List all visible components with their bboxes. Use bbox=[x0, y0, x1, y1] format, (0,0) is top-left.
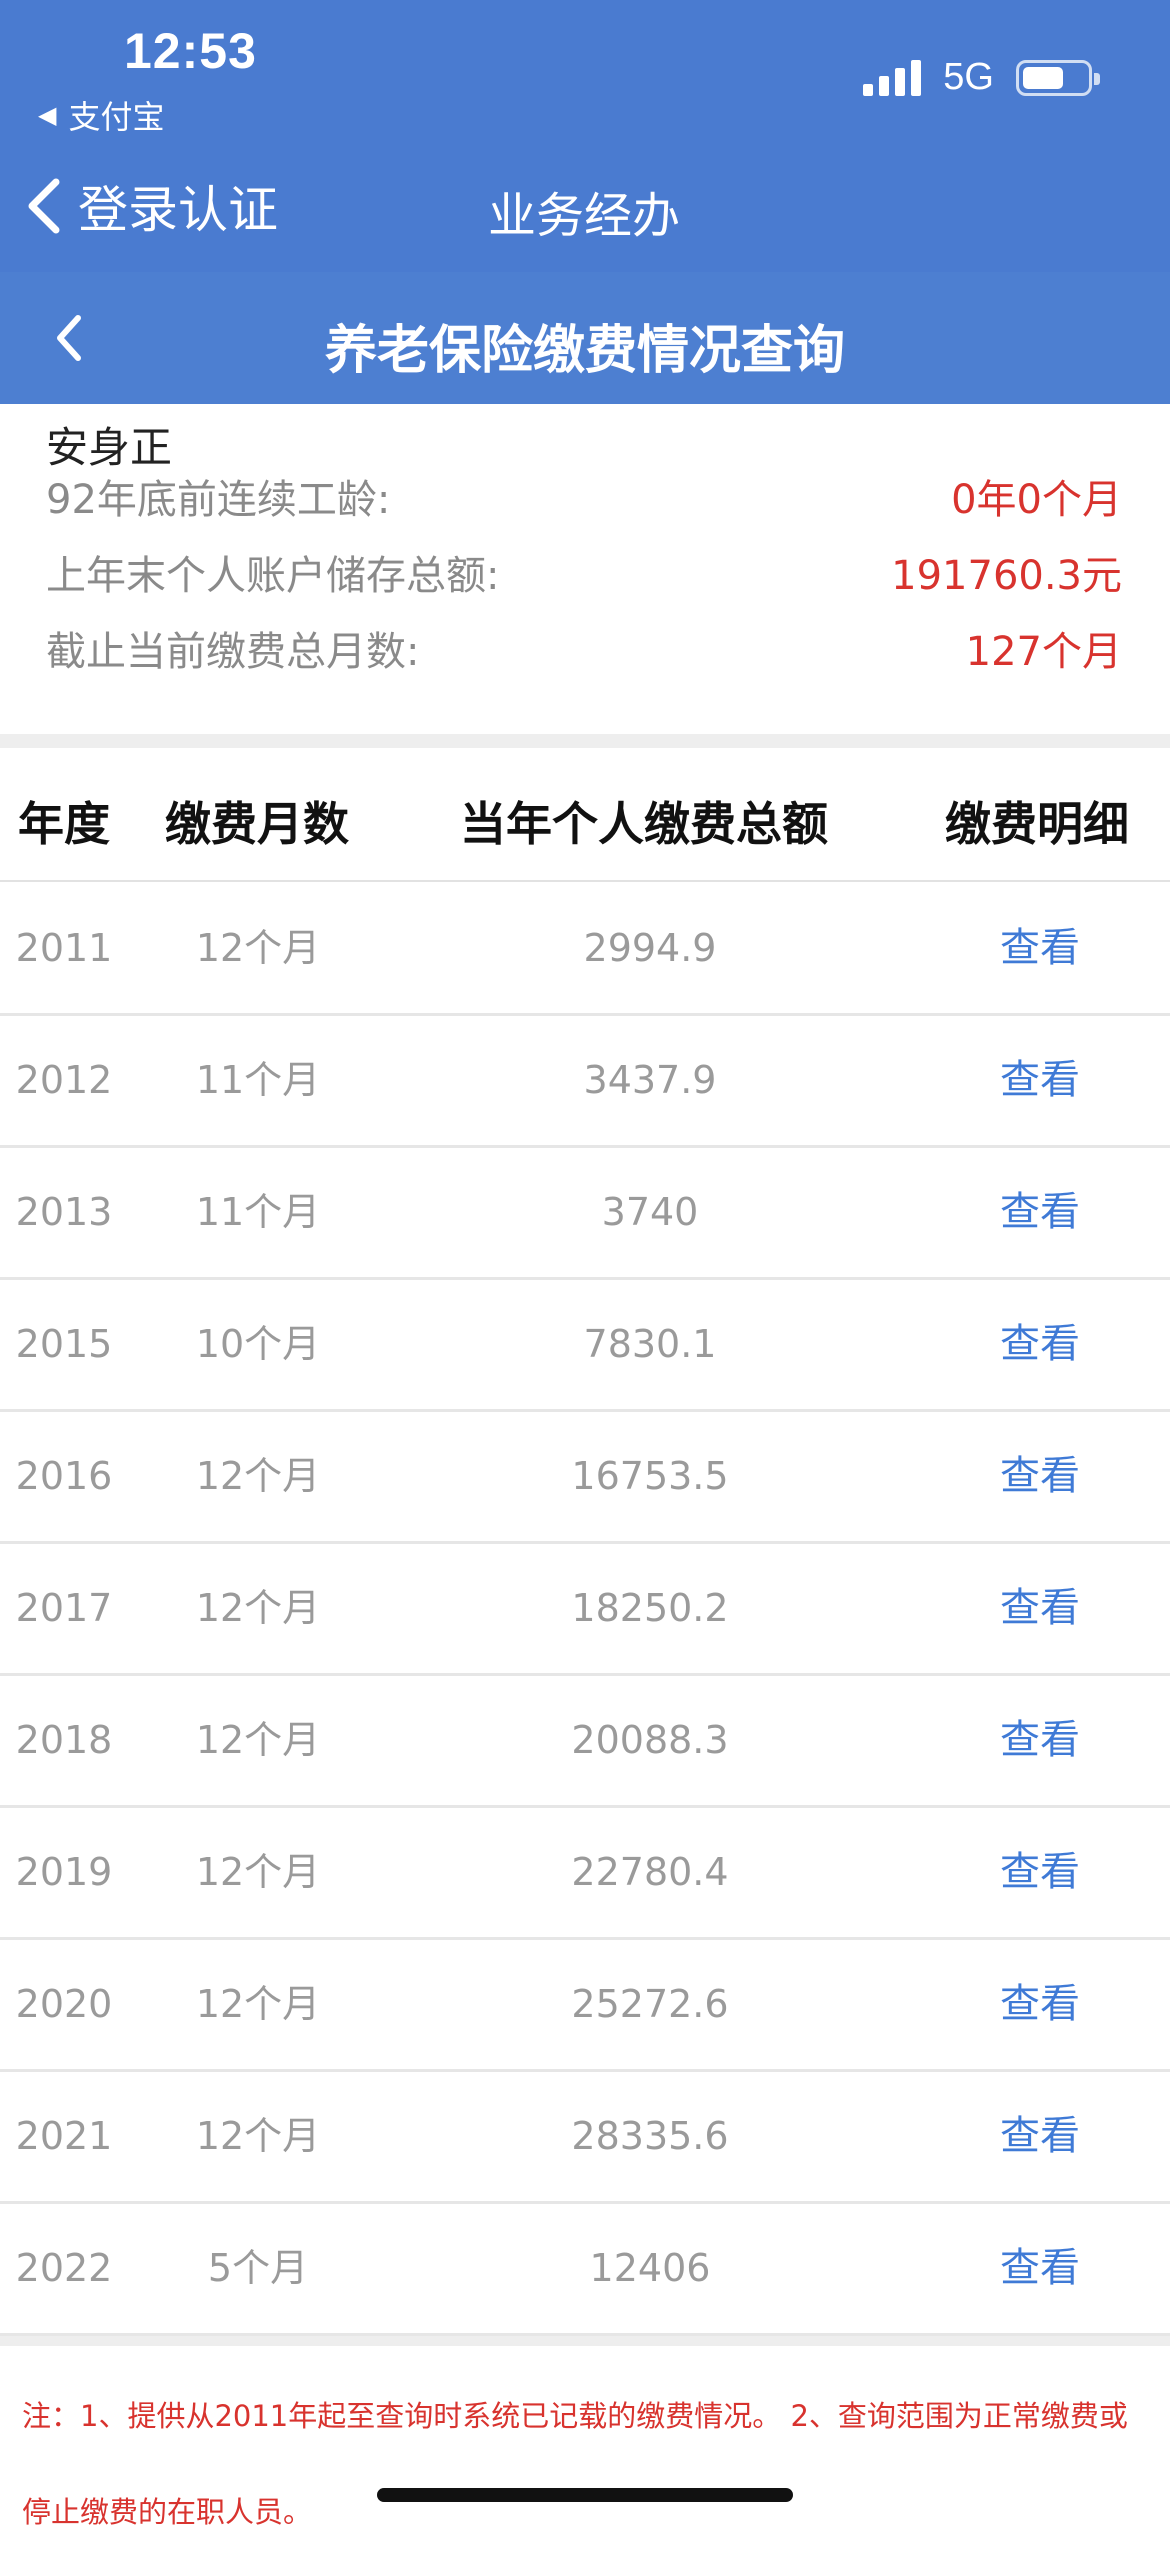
cell-months: 12个月 bbox=[195, 926, 321, 970]
table-row: 2019 12个月 22780.4 查看 bbox=[0, 1808, 1170, 1940]
view-detail-link[interactable]: 查看 bbox=[940, 884, 1140, 1013]
table-row: 2022 5个月 12406 查看 bbox=[0, 2204, 1170, 2336]
nav-back-label: 登录认证 bbox=[78, 181, 278, 239]
cell-year: 2020 bbox=[15, 1982, 113, 2026]
cell-months: 11个月 bbox=[195, 1190, 321, 1234]
cell-months: 10个月 bbox=[195, 1322, 321, 1366]
section-divider bbox=[0, 734, 1170, 748]
cell-total: 28335.6 bbox=[571, 2114, 729, 2158]
table-row: 2018 12个月 20088.3 查看 bbox=[0, 1676, 1170, 1808]
status-indicators: 5G bbox=[863, 56, 1100, 99]
account-summary: 安身正 92年底前连续工龄: 0年0个月 上年末个人账户储存总额: 191760… bbox=[0, 404, 1170, 734]
cell-total: 22780.4 bbox=[571, 1850, 729, 1894]
payment-table-body: 2011 12个月 2994.9 查看 2012 11个月 3437.9 查看 … bbox=[0, 884, 1170, 2336]
nav-back-button[interactable]: 登录认证 bbox=[24, 170, 278, 242]
section-divider bbox=[0, 2336, 1170, 2346]
table-row: 2016 12个月 16753.5 查看 bbox=[0, 1412, 1170, 1544]
nav-title: 业务经办 bbox=[488, 188, 681, 244]
cell-total: 25272.6 bbox=[571, 1982, 729, 2026]
view-detail-link[interactable]: 查看 bbox=[940, 1412, 1140, 1541]
view-detail-link[interactable]: 查看 bbox=[940, 1280, 1140, 1409]
cell-year: 2016 bbox=[15, 1454, 113, 1498]
summary-value: 191760.3元 bbox=[891, 553, 1122, 599]
view-detail-link[interactable]: 查看 bbox=[940, 1940, 1140, 2069]
cell-year: 2015 bbox=[15, 1322, 113, 1366]
app-header: 12:53 ◀ 支付宝 5G 登录认证 业务经办 bbox=[0, 0, 1170, 272]
cell-months: 12个月 bbox=[195, 2114, 321, 2158]
cell-months: 12个月 bbox=[195, 1718, 321, 1762]
header-total: 当年个人缴费总额 bbox=[460, 797, 828, 851]
status-time: 12:53 bbox=[124, 23, 257, 79]
header-months: 缴费月数 bbox=[165, 797, 349, 851]
summary-value: 127个月 bbox=[965, 629, 1122, 675]
summary-row-balance: 上年末个人账户储存总额: 191760.3元 bbox=[46, 542, 1122, 602]
view-detail-link[interactable]: 查看 bbox=[940, 2204, 1140, 2333]
cell-total: 3740 bbox=[601, 1190, 699, 1234]
summary-label: 上年末个人账户储存总额: bbox=[46, 553, 500, 599]
cell-total: 12406 bbox=[589, 2246, 711, 2290]
footnote: 注：1、提供从2011年起至查询时系统已记载的缴费情况。 2、查询范围为正常缴费… bbox=[22, 2399, 1128, 2529]
table-row: 2020 12个月 25272.6 查看 bbox=[0, 1940, 1170, 2072]
view-detail-link[interactable]: 查看 bbox=[940, 2072, 1140, 2201]
header-year: 年度 bbox=[18, 797, 110, 851]
view-detail-link[interactable]: 查看 bbox=[940, 1016, 1140, 1145]
cell-months: 12个月 bbox=[195, 1850, 321, 1894]
view-detail-link[interactable]: 查看 bbox=[940, 1148, 1140, 1277]
view-detail-link[interactable]: 查看 bbox=[940, 1808, 1140, 1937]
summary-label: 92年底前连续工龄: bbox=[46, 477, 391, 523]
cell-total: 3437.9 bbox=[583, 1058, 717, 1102]
cell-year: 2018 bbox=[15, 1718, 113, 1762]
table-row: 2011 12个月 2994.9 查看 bbox=[0, 884, 1170, 1016]
page-title-bar: 养老保险缴费情况查询 bbox=[0, 272, 1170, 404]
cell-year: 2011 bbox=[15, 926, 113, 970]
home-indicator[interactable] bbox=[377, 2488, 793, 2502]
table-row: 2015 10个月 7830.1 查看 bbox=[0, 1280, 1170, 1412]
table-header: 年度 缴费月数 当年个人缴费总额 缴费明细 bbox=[0, 748, 1170, 882]
chevron-left-icon bbox=[28, 178, 60, 234]
cell-months: 5个月 bbox=[207, 2246, 309, 2290]
battery-icon bbox=[1016, 59, 1100, 96]
cell-months: 12个月 bbox=[195, 1454, 321, 1498]
summary-row-seniority: 92年底前连续工龄: 0年0个月 bbox=[46, 466, 1122, 526]
table-row: 2021 12个月 28335.6 查看 bbox=[0, 2072, 1170, 2204]
cell-year: 2012 bbox=[15, 1058, 113, 1102]
cell-total: 2994.9 bbox=[583, 926, 717, 970]
cell-total: 7830.1 bbox=[583, 1322, 717, 1366]
cell-total: 20088.3 bbox=[571, 1718, 729, 1762]
view-detail-link[interactable]: 查看 bbox=[940, 1676, 1140, 1805]
cell-year: 2013 bbox=[15, 1190, 113, 1234]
header-detail: 缴费明细 bbox=[945, 797, 1129, 851]
cell-year: 2017 bbox=[15, 1586, 113, 1630]
cell-year: 2022 bbox=[15, 2246, 113, 2290]
back-to-app-link[interactable]: ◀ 支付宝 bbox=[38, 92, 164, 138]
back-app-label: 支付宝 bbox=[68, 98, 165, 136]
table-row: 2012 11个月 3437.9 查看 bbox=[0, 1016, 1170, 1148]
cell-year: 2019 bbox=[15, 1850, 113, 1894]
summary-label: 截止当前缴费总月数: bbox=[46, 629, 420, 675]
cell-months: 12个月 bbox=[195, 1586, 321, 1630]
cell-months: 12个月 bbox=[195, 1982, 321, 2026]
table-row: 2013 11个月 3740 查看 bbox=[0, 1148, 1170, 1280]
table-row: 2017 12个月 18250.2 查看 bbox=[0, 1544, 1170, 1676]
summary-value: 0年0个月 bbox=[951, 477, 1122, 523]
cell-year: 2021 bbox=[15, 2114, 113, 2158]
view-detail-link[interactable]: 查看 bbox=[940, 1544, 1140, 1673]
cell-total: 16753.5 bbox=[571, 1454, 729, 1498]
cell-total: 18250.2 bbox=[571, 1586, 729, 1630]
cell-months: 11个月 bbox=[195, 1058, 321, 1102]
signal-icon bbox=[863, 59, 922, 96]
back-triangle-icon: ◀ bbox=[38, 101, 57, 129]
page-title: 养老保险缴费情况查询 bbox=[324, 321, 845, 381]
network-type: 5G bbox=[943, 56, 994, 98]
summary-row-total-months: 截止当前缴费总月数: 127个月 bbox=[46, 618, 1122, 678]
